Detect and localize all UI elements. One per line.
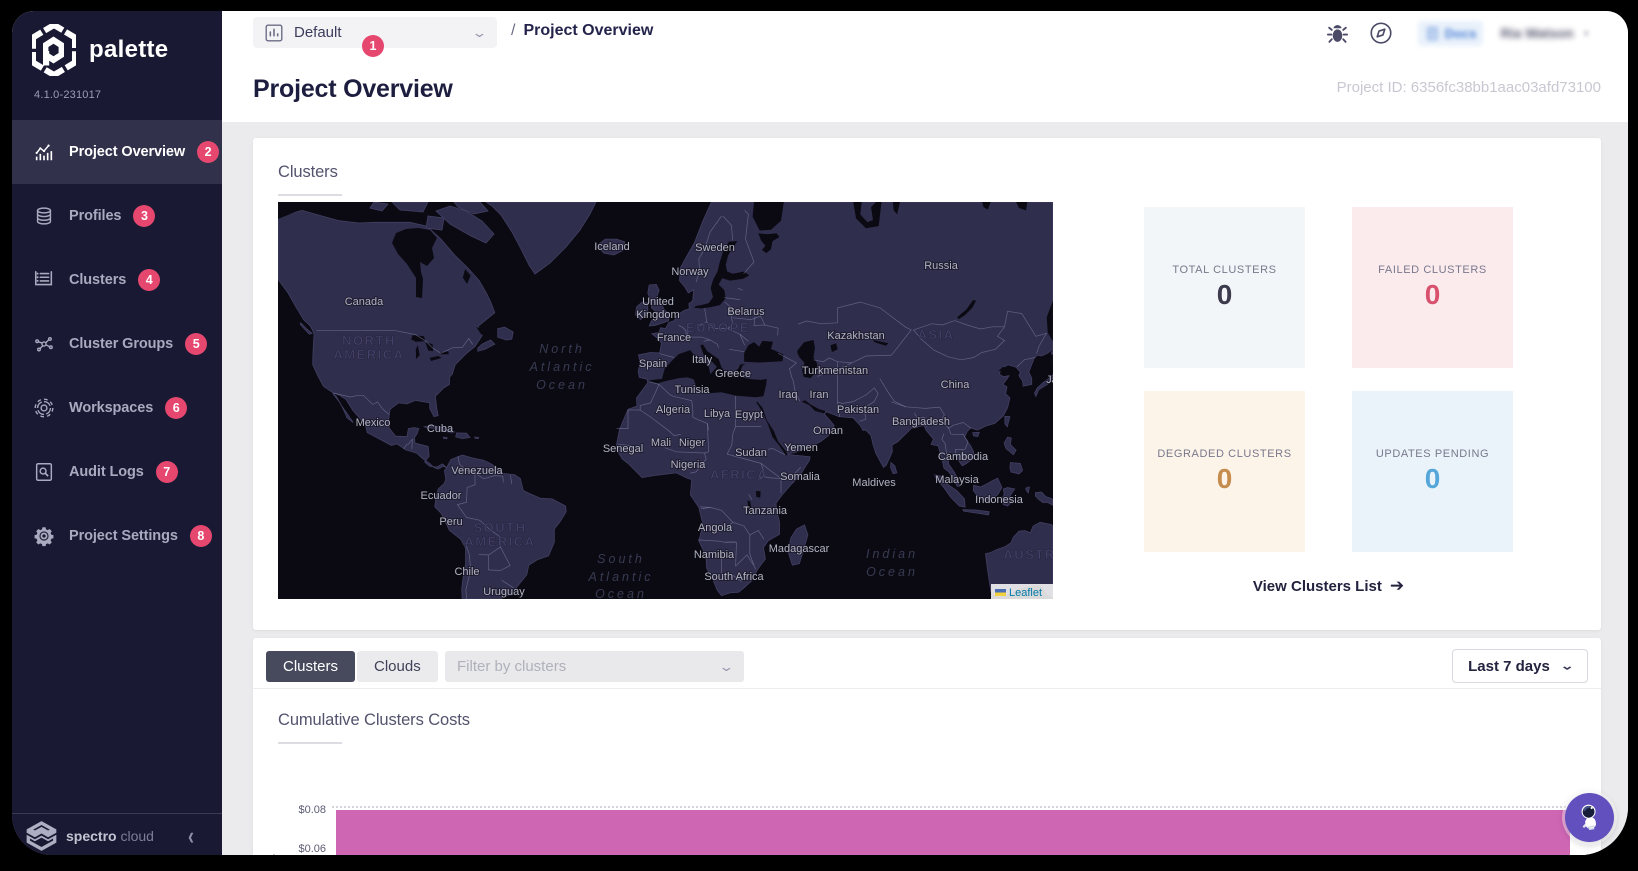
- svg-text:Indian: Indian: [866, 547, 918, 561]
- svg-text:AUSTRA: AUSTRA: [1003, 547, 1053, 562]
- svg-text:Ocean: Ocean: [536, 378, 588, 392]
- svg-text:Yemen: Yemen: [784, 442, 818, 454]
- svg-text:Ecuador: Ecuador: [421, 490, 462, 502]
- svg-text:Niger: Niger: [679, 437, 706, 449]
- svg-text:AMERICA: AMERICA: [464, 534, 535, 549]
- svg-text:Egypt: Egypt: [735, 409, 763, 421]
- svg-text:Ocean: Ocean: [595, 587, 647, 599]
- svg-text:South: South: [597, 552, 645, 566]
- svg-text:Tanzania: Tanzania: [743, 505, 788, 517]
- svg-text:Sudan: Sudan: [735, 447, 767, 459]
- svg-text:North: North: [539, 342, 585, 356]
- svg-text:Chile: Chile: [454, 566, 479, 578]
- svg-text:Belarus: Belarus: [727, 306, 765, 318]
- svg-text:Ocean: Ocean: [866, 565, 918, 579]
- svg-text:Canada: Canada: [345, 296, 384, 308]
- svg-text:Italy: Italy: [692, 354, 713, 366]
- svg-text:Indonesia: Indonesia: [975, 494, 1024, 506]
- svg-text:South Africa: South Africa: [704, 571, 764, 583]
- svg-text:Peru: Peru: [439, 516, 462, 528]
- svg-text:NORTH: NORTH: [342, 333, 396, 348]
- svg-text:AMERICA: AMERICA: [333, 347, 404, 362]
- svg-text:Malaysia: Malaysia: [935, 474, 979, 486]
- svg-text:Iran: Iran: [810, 389, 829, 401]
- svg-text:Spain: Spain: [639, 358, 667, 370]
- svg-text:Somalia: Somalia: [780, 471, 821, 483]
- svg-text:Cambodia: Cambodia: [938, 451, 989, 463]
- svg-text:Iraq: Iraq: [779, 389, 798, 401]
- svg-text:Kingdom: Kingdom: [636, 309, 679, 321]
- svg-text:Greece: Greece: [715, 368, 751, 380]
- svg-text:Namibia: Namibia: [694, 549, 735, 561]
- svg-text:Madagascar: Madagascar: [769, 543, 830, 555]
- svg-text:Kazakhstan: Kazakhstan: [827, 330, 884, 342]
- svg-text:Mexico: Mexico: [356, 417, 391, 429]
- svg-text:Maldives: Maldives: [852, 477, 896, 489]
- svg-text:Bangladesh: Bangladesh: [892, 416, 950, 428]
- svg-text:ASIA: ASIA: [917, 327, 954, 342]
- svg-text:Atlantic: Atlantic: [529, 360, 595, 374]
- svg-text:Venezuela: Venezuela: [451, 465, 503, 477]
- svg-text:Jap: Jap: [1046, 374, 1053, 386]
- svg-text:China: China: [941, 379, 971, 391]
- svg-text:Cuba: Cuba: [427, 423, 454, 435]
- svg-text:EUROPE: EUROPE: [686, 320, 750, 335]
- svg-text:United: United: [642, 296, 674, 308]
- svg-text:Iceland: Iceland: [594, 241, 629, 253]
- svg-text:AFRICA: AFRICA: [710, 467, 768, 482]
- svg-text:Algeria: Algeria: [656, 404, 691, 416]
- svg-text:Nigeria: Nigeria: [671, 459, 707, 471]
- svg-text:Sweden: Sweden: [695, 242, 735, 254]
- svg-text:Turkmenistan: Turkmenistan: [802, 365, 868, 377]
- svg-text:Uruguay: Uruguay: [483, 586, 525, 598]
- svg-text:Senegal: Senegal: [603, 443, 643, 455]
- svg-text:Mali: Mali: [651, 437, 671, 449]
- svg-text:Pakistan: Pakistan: [837, 404, 879, 416]
- svg-text:Angola: Angola: [698, 522, 733, 534]
- svg-text:SOUTH: SOUTH: [474, 520, 527, 535]
- svg-text:Libya: Libya: [704, 408, 731, 420]
- svg-text:Atlantic: Atlantic: [588, 570, 654, 584]
- svg-text:Leaflet: Leaflet: [1009, 587, 1042, 599]
- svg-text:Tunisia: Tunisia: [674, 384, 710, 396]
- svg-text:Norway: Norway: [671, 266, 709, 278]
- svg-text:Oman: Oman: [813, 425, 843, 437]
- svg-text:Russia: Russia: [924, 260, 959, 272]
